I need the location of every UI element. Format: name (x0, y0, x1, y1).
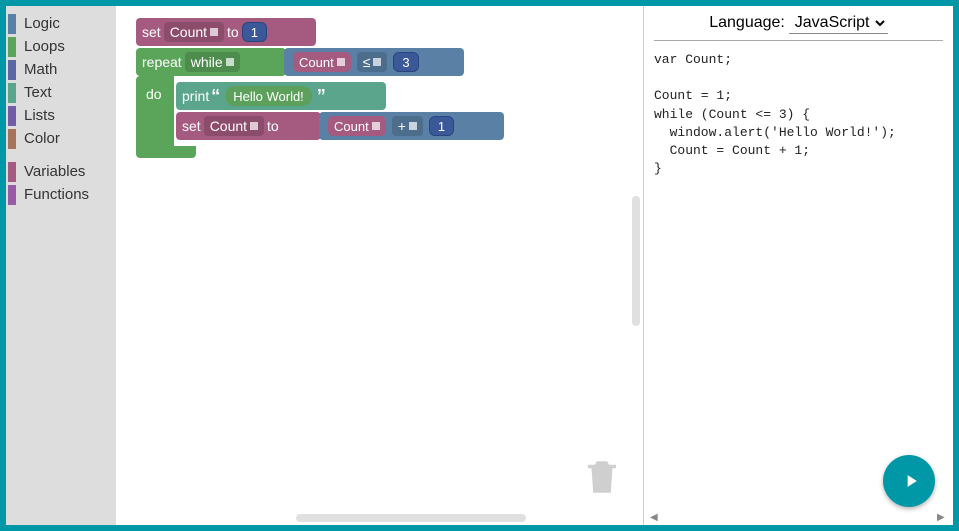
category-lists[interactable]: Lists (6, 104, 116, 127)
print-label: print (182, 88, 209, 104)
category-label: Math (24, 61, 57, 78)
category-label: Lists (24, 107, 55, 124)
language-label: Language: (709, 14, 785, 31)
workspace[interactable]: set Count to 1 repeat while Count ≤ 3 do… (116, 6, 643, 525)
do-label: do (146, 86, 162, 102)
category-functions[interactable]: Functions (6, 183, 116, 206)
scroll-left-icon: ◀ (650, 512, 660, 522)
generated-code: var Count; Count = 1; while (Count <= 3)… (644, 47, 953, 182)
dropdown-icon (226, 58, 234, 66)
category-loops[interactable]: Loops (6, 35, 116, 58)
block-repeat-while[interactable]: repeat while (136, 48, 286, 76)
to-label: to (227, 24, 239, 40)
category-text[interactable]: Text (6, 81, 116, 104)
block-set-count-incr[interactable]: set Count to (176, 112, 321, 140)
dropdown-icon (337, 58, 345, 66)
category-label: Functions (24, 186, 89, 203)
set-label: set (142, 24, 161, 40)
code-panel: Language: JavaScript var Count; Count = … (643, 6, 953, 525)
category-label: Loops (24, 38, 65, 55)
trash-icon[interactable] (581, 452, 623, 505)
var-dropdown[interactable]: Count (328, 116, 386, 136)
toolbox: Logic Loops Math Text Lists Color Variab… (6, 6, 116, 525)
category-label: Text (24, 84, 52, 101)
to-label: to (267, 118, 279, 134)
quote-close-icon: ” (317, 86, 326, 107)
dropdown-icon (409, 122, 417, 130)
op-dropdown[interactable]: + (392, 116, 423, 136)
category-math[interactable]: Math (6, 58, 116, 81)
block-print[interactable]: print “ Hello World! ” (176, 82, 386, 110)
category-label: Variables (24, 163, 85, 180)
workspace-hscrollbar[interactable] (296, 514, 526, 522)
dropdown-icon (250, 122, 258, 130)
code-hscrollbar[interactable]: ◀ ▶ (650, 512, 947, 522)
number-input[interactable]: 1 (242, 22, 267, 42)
category-variables[interactable]: Variables (6, 160, 116, 183)
block-set-count-1[interactable]: set Count to 1 (136, 18, 316, 46)
workspace-vscrollbar[interactable] (632, 196, 640, 326)
op-dropdown[interactable]: ≤ (357, 52, 388, 72)
quote-open-icon: “ (211, 86, 220, 107)
loop-body-foot (136, 146, 196, 158)
category-logic[interactable]: Logic (6, 12, 116, 35)
text-input[interactable]: Hello World! (225, 86, 312, 106)
run-button[interactable] (883, 455, 935, 507)
category-label: Logic (24, 15, 60, 32)
language-row: Language: JavaScript (644, 6, 953, 40)
var-dropdown[interactable]: Count (204, 116, 264, 136)
scroll-right-icon: ▶ (937, 512, 947, 522)
dropdown-icon (210, 28, 218, 36)
number-input[interactable]: 1 (429, 116, 454, 136)
category-color[interactable]: Color (6, 127, 116, 150)
repeat-label: repeat (142, 54, 182, 70)
set-label: set (182, 118, 201, 134)
number-input[interactable]: 3 (393, 52, 418, 72)
language-select[interactable]: JavaScript (789, 12, 888, 34)
var-dropdown[interactable]: Count (293, 52, 351, 72)
dropdown-icon (373, 58, 381, 66)
mode-dropdown[interactable]: while (185, 52, 240, 72)
var-dropdown[interactable]: Count (164, 22, 224, 42)
dropdown-icon (372, 122, 380, 130)
block-compare[interactable]: Count ≤ 3 (284, 48, 464, 76)
block-add[interactable]: Count + 1 (319, 112, 504, 140)
divider (654, 40, 943, 41)
category-label: Color (24, 130, 60, 147)
play-icon (901, 471, 921, 491)
app-frame: Logic Loops Math Text Lists Color Variab… (0, 0, 959, 531)
